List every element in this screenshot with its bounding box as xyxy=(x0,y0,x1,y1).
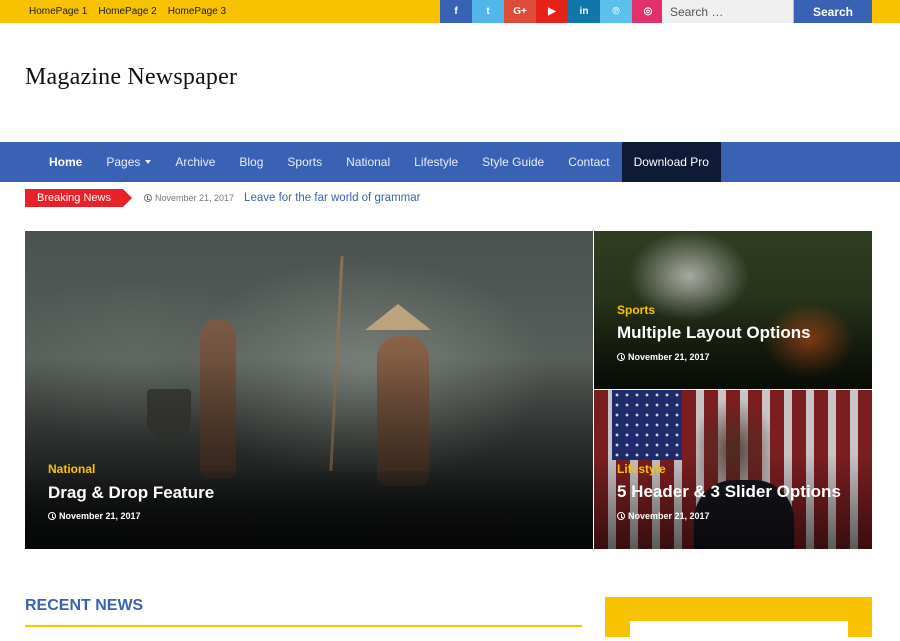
nav-item-download-pro[interactable]: Download Pro xyxy=(621,142,721,182)
search-button[interactable]: Search xyxy=(794,0,872,23)
top-link-homepage-1[interactable]: HomePage 1 xyxy=(29,6,87,17)
nav-item-home[interactable]: Home xyxy=(37,142,94,182)
pinterest-icon[interactable]: ℗ xyxy=(600,0,632,23)
post-date: November 21, 2017 xyxy=(617,352,710,362)
clock-icon xyxy=(143,194,152,202)
site-title[interactable]: Magazine Newspaper xyxy=(25,64,237,91)
caret-down-icon xyxy=(145,160,152,164)
nav-item-sports[interactable]: Sports xyxy=(275,142,334,182)
nav-item-label: Contact xyxy=(568,155,610,169)
nav-item-national[interactable]: National xyxy=(334,142,402,182)
recent-news-heading: RECENT NEWS xyxy=(25,597,144,614)
post-date-text: November 21, 2017 xyxy=(59,511,141,521)
breaking-date-text: November 21, 2017 xyxy=(154,193,235,203)
featured-post-main[interactable]: National Drag & Drop Feature November 21… xyxy=(25,231,593,549)
sidebar-widget xyxy=(605,597,872,641)
post-date-text: November 21, 2017 xyxy=(628,511,710,521)
featured-post-side-1[interactable]: Sports Multiple Layout Options November … xyxy=(594,231,872,389)
post-category[interactable]: Lifestyle xyxy=(617,462,666,476)
post-date: November 21, 2017 xyxy=(48,511,141,521)
clock-icon xyxy=(617,512,625,520)
main-nav: Home Pages Archive Blog Sports National … xyxy=(0,142,900,182)
youtube-icon[interactable]: ▶ xyxy=(536,0,568,23)
twitter-icon[interactable]: t xyxy=(472,0,504,23)
post-category[interactable]: Sports xyxy=(617,303,655,317)
nav-item-label: Download Pro xyxy=(633,155,709,169)
breaking-news-date: November 21, 2017 xyxy=(143,193,235,203)
nav-item-label: Sports xyxy=(287,155,323,169)
google-plus-icon[interactable]: G+ xyxy=(504,0,536,23)
breaking-news-bar: Breaking News November 21, 2017 Leave fo… xyxy=(25,189,420,207)
nav-item-label: Archive xyxy=(175,155,216,169)
top-link-homepage-3[interactable]: HomePage 3 xyxy=(168,6,226,17)
instagram-icon[interactable]: ◎ xyxy=(632,0,664,23)
clock-icon xyxy=(48,512,56,520)
top-links: HomePage 1 HomePage 2 HomePage 3 xyxy=(29,0,226,23)
search-input[interactable] xyxy=(662,0,793,23)
nav-item-blog[interactable]: Blog xyxy=(227,142,275,182)
sidebar-widget-content xyxy=(630,621,848,641)
nav-item-pages[interactable]: Pages xyxy=(94,142,163,182)
nav-item-label: National xyxy=(346,155,391,169)
post-title[interactable]: 5 Header & 3 Slider Options xyxy=(617,482,841,502)
nav-item-lifestyle[interactable]: Lifestyle xyxy=(402,142,470,182)
nav-item-label: Blog xyxy=(239,155,264,169)
facebook-icon[interactable]: f xyxy=(440,0,472,23)
linkedin-icon[interactable]: in xyxy=(568,0,600,23)
nav-item-label: Lifestyle xyxy=(414,155,459,169)
nav-item-archive[interactable]: Archive xyxy=(163,142,227,182)
nav-item-label: Style Guide xyxy=(482,155,545,169)
top-link-homepage-2[interactable]: HomePage 2 xyxy=(98,6,156,17)
post-date-text: November 21, 2017 xyxy=(628,352,710,362)
social-links: f t G+ ▶ in ℗ ◎ xyxy=(440,0,664,23)
post-date: November 21, 2017 xyxy=(617,511,710,521)
post-title[interactable]: Multiple Layout Options xyxy=(617,323,811,343)
nav-item-label: Home xyxy=(49,155,83,169)
recent-news-divider xyxy=(25,625,582,627)
nav-item-style-guide[interactable]: Style Guide xyxy=(470,142,556,182)
nav-item-contact[interactable]: Contact xyxy=(556,142,621,182)
clock-icon xyxy=(617,353,625,361)
breaking-news-tag: Breaking News xyxy=(25,189,132,207)
nav-item-label: Pages xyxy=(106,155,141,169)
post-category[interactable]: National xyxy=(48,462,95,476)
featured-post-side-2[interactable]: Lifestyle 5 Header & 3 Slider Options No… xyxy=(594,390,872,549)
post-title[interactable]: Drag & Drop Feature xyxy=(48,483,214,503)
breaking-news-headline[interactable]: Leave for the far world of grammar xyxy=(244,192,420,204)
top-bar: HomePage 1 HomePage 2 HomePage 3 f t G+ ▶ in… xyxy=(0,0,900,23)
